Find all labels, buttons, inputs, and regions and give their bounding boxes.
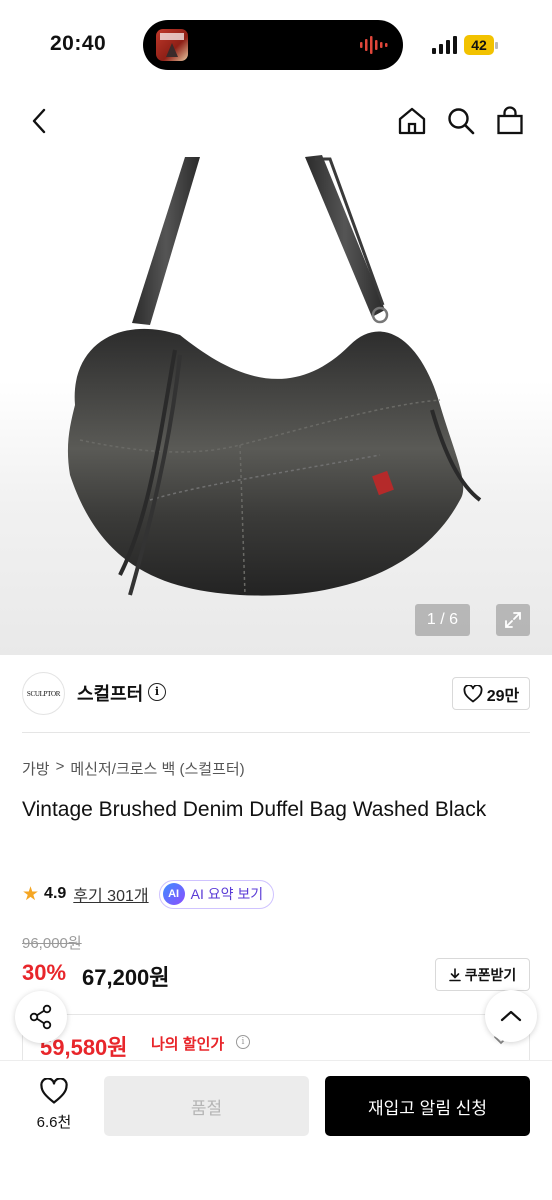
- divider: [22, 732, 530, 733]
- breadcrumb: 가방 > 메신저/크로스 백 (스컬프터): [22, 758, 245, 779]
- original-price: 96,000원: [22, 935, 82, 952]
- brand-like-count: 29만: [486, 687, 520, 705]
- status-time: 20:40: [50, 32, 107, 55]
- brand-logo[interactable]: SCULPTOR: [22, 672, 65, 715]
- breadcrumb-category[interactable]: 가방: [22, 758, 50, 779]
- info-icon[interactable]: i: [236, 1035, 250, 1049]
- restock-alert-button[interactable]: 재입고 알림 신청: [325, 1076, 530, 1136]
- home-icon: [398, 107, 426, 135]
- coupon-button[interactable]: 쿠폰받기: [435, 958, 530, 991]
- battery-indicator: 42: [464, 35, 498, 55]
- shopping-bag-icon: [497, 106, 523, 135]
- rating-row: ★ 4.9 후기 301개 AI AI 요약 보기: [22, 879, 275, 909]
- share-button[interactable]: [15, 991, 67, 1043]
- review-count-link[interactable]: 후기 301개: [73, 882, 148, 906]
- info-icon[interactable]: i: [148, 683, 166, 701]
- coupon-label: 쿠폰받기: [464, 966, 517, 983]
- battery-level: 42: [464, 35, 494, 55]
- now-playing-artwork: [156, 29, 188, 61]
- wishlist-button[interactable]: 6.6천: [22, 1078, 86, 1138]
- scroll-top-button[interactable]: [485, 990, 537, 1042]
- product-detail-screen: 20:40 42 1 / 6 SCULPTOR 스컬프터 i 29만 가방 > …: [0, 0, 552, 1200]
- breadcrumb-separator: >: [55, 758, 65, 775]
- breadcrumb-subcategory[interactable]: 메신저/크로스 백 (스컬프터): [70, 758, 244, 779]
- ai-summary-label: AI 요약 보기: [190, 886, 264, 902]
- back-button[interactable]: [20, 101, 60, 141]
- image-pager: 1 / 6: [414, 604, 470, 636]
- back-arrow-icon: [32, 108, 46, 134]
- rating-value: 4.9: [44, 885, 67, 902]
- search-icon: [448, 108, 475, 135]
- brand-like-button[interactable]: 29만: [452, 677, 530, 710]
- audio-wave-icon: [360, 36, 388, 54]
- brand-name[interactable]: 스컬프터: [77, 680, 143, 706]
- home-button[interactable]: [392, 101, 432, 141]
- heart-icon: [40, 1078, 68, 1104]
- my-discount-label: 나의 할인가: [151, 1036, 225, 1053]
- ai-badge-icon: AI: [162, 883, 185, 905]
- wishlist-count: 6.6천: [36, 1114, 72, 1131]
- cellular-signal-icon: [432, 36, 457, 54]
- cart-button[interactable]: [490, 101, 530, 141]
- share-icon: [29, 1004, 52, 1030]
- search-button[interactable]: [441, 101, 481, 141]
- sale-price: 67,200원: [82, 965, 170, 990]
- ai-summary-button[interactable]: AI AI 요약 보기: [158, 879, 275, 909]
- heart-icon: [463, 684, 483, 702]
- product-image[interactable]: [0, 155, 552, 655]
- denim-bag-illustration: [67, 155, 482, 596]
- expand-image-button[interactable]: [496, 604, 530, 636]
- product-title: Vintage Brushed Denim Duffel Bag Washed …: [22, 798, 487, 821]
- soldout-button[interactable]: 품절: [104, 1076, 309, 1136]
- discount-rate: 30%: [22, 960, 67, 985]
- download-icon: [448, 967, 461, 981]
- expand-icon: [505, 612, 521, 628]
- chevron-up-icon: [500, 1010, 522, 1022]
- star-icon: ★: [22, 883, 40, 905]
